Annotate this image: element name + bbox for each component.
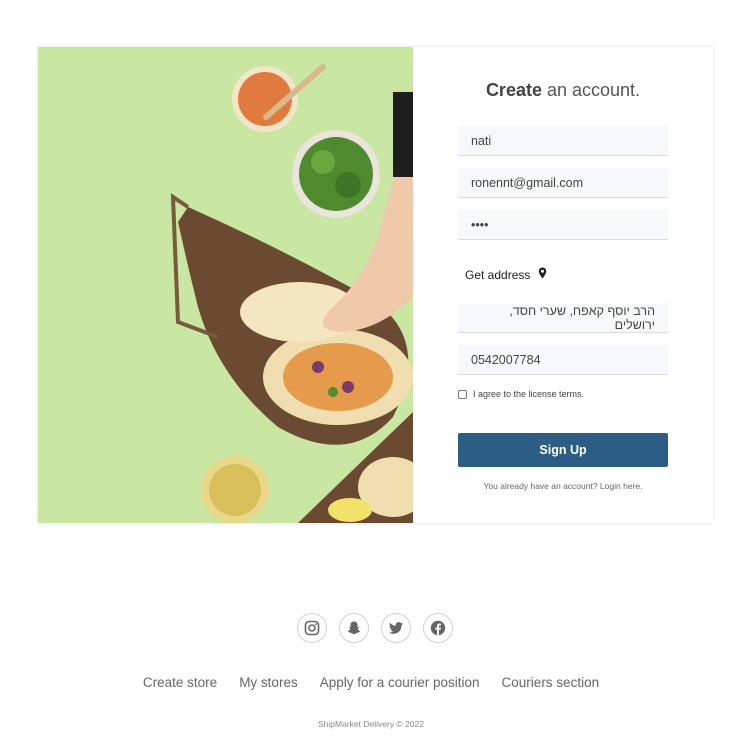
form-title-bold: Create <box>485 80 542 100</box>
instagram-icon[interactable] <box>297 613 327 643</box>
phone-value: 0542007784 <box>471 352 541 367</box>
footer-link-my-stores[interactable]: My stores <box>239 675 298 690</box>
password-value: •••• <box>471 217 489 232</box>
terms-label: I agree to the license terms. <box>473 389 585 399</box>
address-value: הרב יוסף קאפח, שערי חסד, ירושלים <box>509 303 655 332</box>
phone-field[interactable]: 0542007784 <box>458 345 668 375</box>
map-pin-icon <box>538 267 547 282</box>
form-title: Create an account. <box>413 80 713 101</box>
food-photo <box>38 47 413 523</box>
signup-form: Create an account. nati ronennt@gmail.co… <box>413 47 713 523</box>
footer-link-create-store[interactable]: Create store <box>143 675 217 690</box>
address-field[interactable]: הרב יוסף קאפח, שערי חסד, ירושלים <box>458 303 668 333</box>
get-address-button[interactable]: Get address <box>465 267 547 282</box>
twitter-icon[interactable] <box>381 613 411 643</box>
signup-card: Create an account. nati ronennt@gmail.co… <box>38 47 713 523</box>
name-value: nati <box>471 133 492 148</box>
copyright: ShipMarket Delivery © 2022 <box>318 719 424 729</box>
terms-checkbox[interactable] <box>458 389 467 399</box>
terms-row: I agree to the license terms. <box>458 389 584 399</box>
signup-button[interactable]: Sign Up <box>458 433 668 467</box>
facebook-icon[interactable] <box>423 613 453 643</box>
password-field[interactable]: •••• <box>458 210 668 240</box>
footer-link-couriers-section[interactable]: Couriers section <box>502 675 600 690</box>
snapchat-icon[interactable] <box>339 613 369 643</box>
get-address-label: Get address <box>465 267 531 282</box>
social-links <box>297 613 453 643</box>
email-field[interactable]: ronennt@gmail.com <box>458 168 668 198</box>
footer-link-apply-courier[interactable]: Apply for a courier position <box>320 675 480 690</box>
login-link[interactable]: You already have an account? Login here. <box>413 481 713 491</box>
name-field[interactable]: nati <box>458 126 668 156</box>
email-value: ronennt@gmail.com <box>471 175 584 190</box>
footer-nav: Create store My stores Apply for a couri… <box>0 675 742 690</box>
form-title-rest: an account. <box>541 80 641 100</box>
